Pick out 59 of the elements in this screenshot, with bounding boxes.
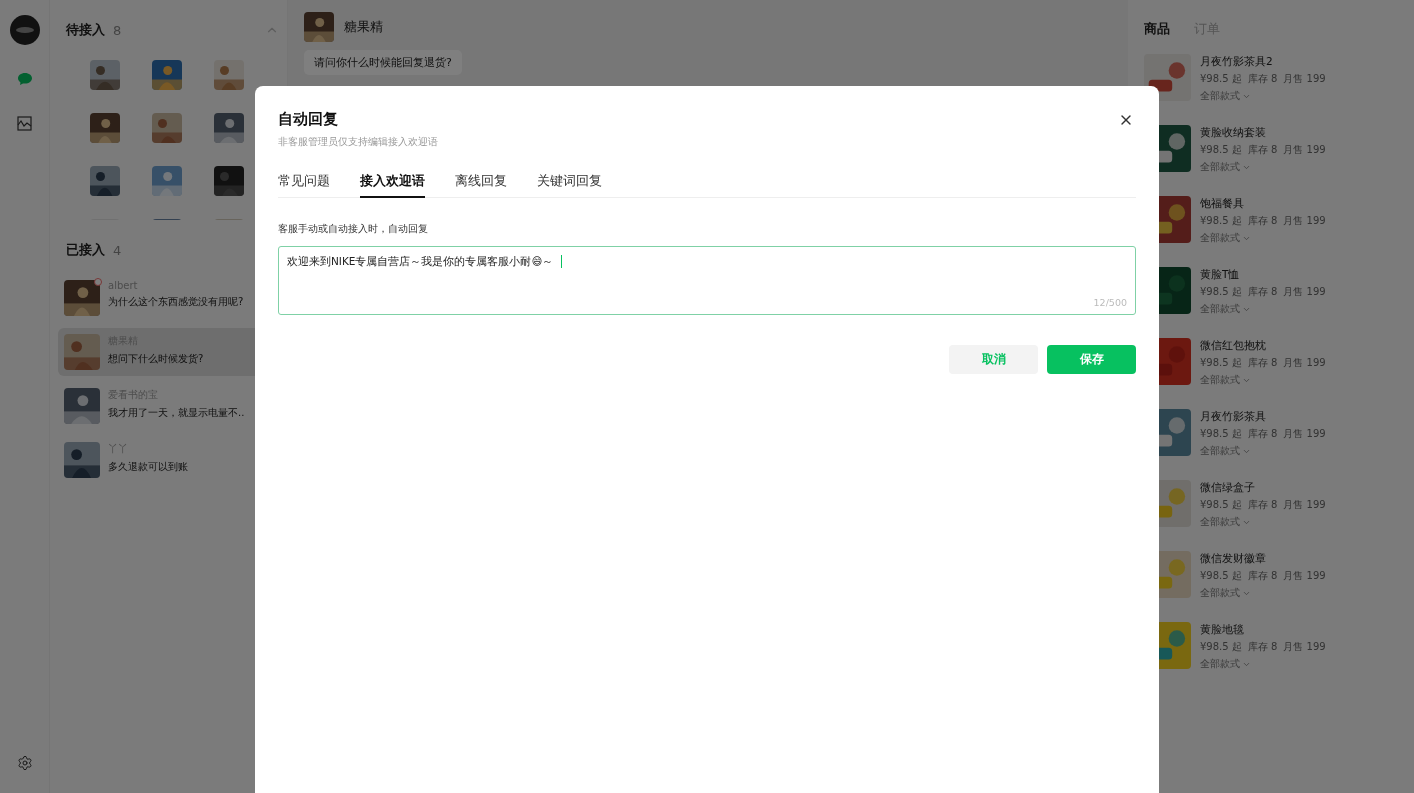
contact-name: 糖果精 bbox=[344, 18, 383, 36]
product-stock: 库存 8 bbox=[1247, 569, 1278, 583]
product-sales: 月售 199 bbox=[1283, 569, 1326, 583]
product-name: 黄脸T恤 bbox=[1200, 268, 1241, 282]
product-name: 黄脸收纳套装 bbox=[1200, 126, 1267, 140]
product-price: ¥98.5 起 bbox=[1200, 214, 1242, 228]
product-sales: 月售 199 bbox=[1283, 640, 1326, 654]
product-stock: 库存 8 bbox=[1247, 498, 1278, 512]
dialog-tab[interactable]: 接入欢迎语 bbox=[360, 173, 425, 198]
product-price: ¥98.5 起 bbox=[1200, 640, 1242, 654]
field-label: 客服手动或自动接入时，自动回复 bbox=[278, 222, 429, 236]
session-message: 为什么这个东西感觉没有用呢? bbox=[108, 295, 244, 309]
product-name: 黄脸地毯 bbox=[1200, 623, 1245, 637]
dialog-tab[interactable]: 关键词回复 bbox=[537, 173, 602, 198]
product-name: 微信发财徽章 bbox=[1200, 552, 1267, 566]
product-stock: 库存 8 bbox=[1247, 427, 1278, 441]
logo-icon bbox=[9, 15, 40, 45]
dialog-tab[interactable]: 离线回复 bbox=[455, 173, 507, 198]
product-name: 月夜竹影茶具 bbox=[1200, 410, 1267, 424]
panel-tab[interactable]: 商品 bbox=[1144, 20, 1170, 38]
dialog-title: 自动回复 bbox=[278, 110, 339, 129]
dialog-subtitle: 非客服管理员仅支持编辑接入欢迎语 bbox=[278, 135, 438, 149]
char-counter: 12/500 bbox=[1093, 297, 1127, 308]
product-stock: 库存 8 bbox=[1247, 72, 1278, 86]
product-sales: 月售 199 bbox=[1283, 427, 1326, 441]
product-stock: 库存 8 bbox=[1247, 285, 1278, 299]
product-sales: 月售 199 bbox=[1283, 72, 1326, 86]
product-price: ¥98.5 起 bbox=[1200, 356, 1242, 370]
session-message: 想问下什么时候发货? bbox=[108, 352, 204, 366]
product-price: ¥98.5 起 bbox=[1200, 285, 1242, 299]
product-stock: 库存 8 bbox=[1247, 640, 1278, 654]
product-sales: 月售 199 bbox=[1283, 143, 1326, 157]
product-name: 微信红包抱枕 bbox=[1200, 339, 1267, 353]
chart-icon[interactable] bbox=[14, 113, 35, 133]
product-name: 微信绿盒子 bbox=[1200, 481, 1256, 495]
section-title: 待接入 bbox=[66, 21, 105, 39]
product-price: ¥98.5 起 bbox=[1200, 143, 1242, 157]
product-sales: 月售 199 bbox=[1283, 285, 1326, 299]
product-stock: 库存 8 bbox=[1247, 143, 1278, 157]
product-sales: 月售 199 bbox=[1283, 214, 1326, 228]
product-sales: 月售 199 bbox=[1283, 498, 1326, 512]
message-bubble: 请问你什么时候能回复退货? bbox=[304, 50, 462, 75]
field-value: 欢迎来到NIKE专属自营店～我是你的专属客服小耐😄～ bbox=[287, 255, 555, 269]
cancel-button[interactable]: 取消 bbox=[949, 345, 1038, 374]
text-cursor bbox=[560, 255, 562, 268]
product-price: ¥98.5 起 bbox=[1200, 72, 1242, 86]
product-price: ¥98.5 起 bbox=[1200, 569, 1242, 583]
section-title: 已接入 bbox=[66, 241, 105, 259]
product-stock: 库存 8 bbox=[1247, 356, 1278, 370]
product-price: ¥98.5 起 bbox=[1200, 427, 1242, 441]
save-button[interactable]: 保存 bbox=[1047, 345, 1136, 374]
session-message: 多久退款可以到账 bbox=[108, 460, 188, 474]
product-sales: 月售 199 bbox=[1283, 356, 1326, 370]
dialog-tab[interactable]: 常见问题 bbox=[278, 173, 330, 198]
product-stock: 库存 8 bbox=[1247, 214, 1278, 228]
reply-field[interactable]: 欢迎来到NIKE专属自营店～我是你的专属客服小耐😄～ 12/500 bbox=[278, 246, 1136, 315]
product-name: 月夜竹影茶具2 bbox=[1200, 55, 1274, 69]
product-name: 饱福餐具 bbox=[1200, 197, 1245, 211]
product-price: ¥98.5 起 bbox=[1200, 498, 1242, 512]
